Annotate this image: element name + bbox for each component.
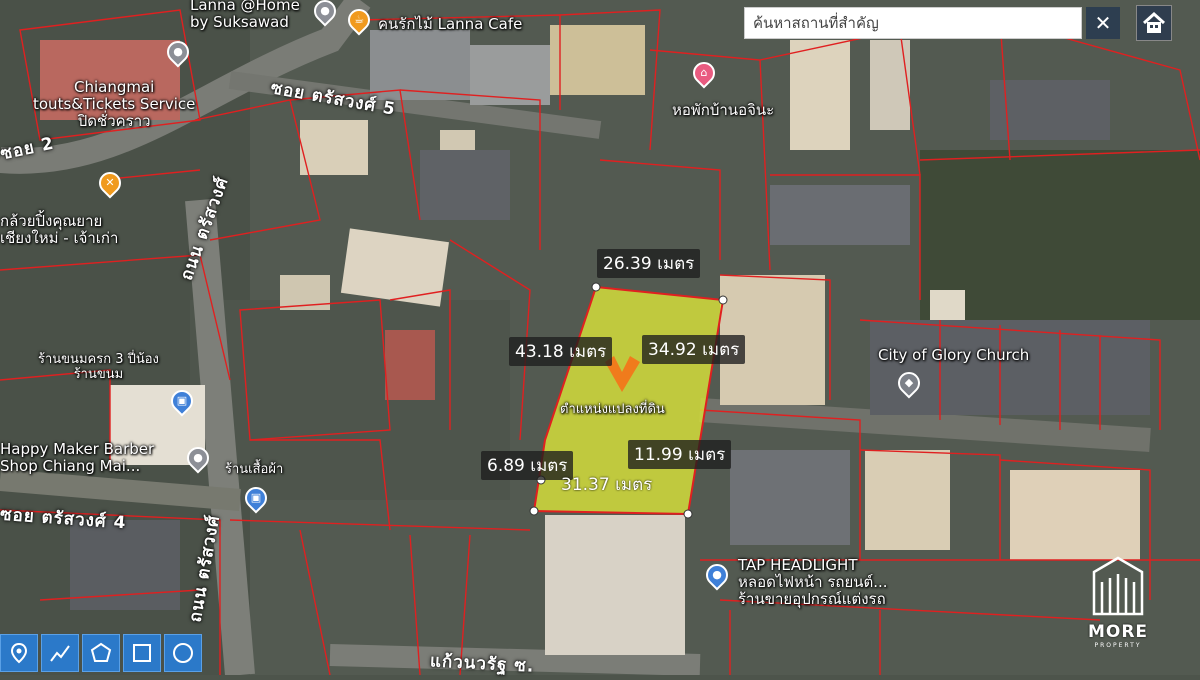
- parcel-location-label: ตำแหน่งแปลงที่ดิน: [560, 402, 665, 417]
- brand-sub: PROPERTY: [1094, 642, 1142, 649]
- polyline-icon: [50, 645, 70, 662]
- rectangle-tool-button[interactable]: [123, 634, 161, 672]
- building-logo-icon: [1092, 556, 1144, 616]
- drawing-toolbar: [0, 634, 202, 675]
- dimension-bottom: 31.37 เมตร: [561, 475, 653, 495]
- poi-hostel[interactable]: หอพักบ้านอจินะ: [672, 102, 774, 119]
- poi-barber[interactable]: Happy Maker Barber Shop Chiang Mai...: [0, 441, 154, 475]
- polygon-tool-button[interactable]: [82, 634, 120, 672]
- graduation-cap-icon: ◆: [904, 376, 914, 389]
- rectangle-icon: [133, 644, 151, 662]
- poi-lanna-home[interactable]: Lanna @Home by Suksawad: [190, 0, 300, 31]
- dimension-top: 26.39 เมตร: [597, 249, 701, 278]
- search-input[interactable]: [744, 7, 1082, 39]
- fork-knife-icon: ✕: [105, 176, 115, 189]
- dimension-left: 43.18 เมตร: [509, 337, 613, 366]
- close-search-button[interactable]: ✕: [1086, 7, 1120, 39]
- brand-name: MORE: [1087, 622, 1149, 642]
- dimension-right: 34.92 เมตร: [642, 335, 746, 364]
- poi-clothes[interactable]: ร้านเสื้อผ้า: [225, 462, 283, 477]
- poi-lanna-cafe[interactable]: คนรักไม้ Lanna Cafe: [378, 16, 522, 33]
- poi-chiangmai-tours[interactable]: Chiangmai touts&Tickets Service ปิดชั่วค…: [33, 79, 195, 130]
- dimension-lower-right: 11.99 เมตร: [628, 440, 732, 469]
- poi-tap-headlight[interactable]: TAP HEADLIGHT หลอดไฟหน้า รถยนต์... ร้านข…: [738, 557, 888, 608]
- bed-icon: ⌂: [700, 66, 708, 79]
- circle-icon: [173, 643, 193, 663]
- polygon-icon: [90, 642, 112, 662]
- coffee-icon: ☕: [354, 13, 364, 26]
- home-icon: [1142, 11, 1166, 33]
- pin-dot-icon: ●: [173, 45, 183, 58]
- poi-church[interactable]: City of Glory Church: [878, 347, 1029, 364]
- poi-dessert[interactable]: ร้านขนมครก 3 ปี่น้อง ร้านขนม: [38, 352, 159, 382]
- shopping-bag-icon: ▣: [176, 394, 188, 407]
- polyline-tool-button[interactable]: [41, 634, 79, 672]
- circle-tool-button[interactable]: [164, 634, 202, 672]
- shopping-bag-icon: ▣: [250, 491, 262, 504]
- pin-dot-icon: ●: [712, 568, 722, 581]
- pin-dot-icon: ●: [320, 4, 330, 17]
- close-icon: ✕: [1094, 11, 1112, 35]
- pin-dot-icon: ●: [193, 451, 203, 464]
- poi-restaurant[interactable]: กล้วยปิ้งคุณยาย เชียงใหม่ - เจ้าเก่า: [0, 213, 118, 247]
- more-property-logo: MORE PROPERTY: [1086, 556, 1150, 649]
- location-pin-icon: [10, 642, 28, 664]
- home-button[interactable]: [1136, 5, 1172, 41]
- marker-tool-button[interactable]: [0, 634, 38, 672]
